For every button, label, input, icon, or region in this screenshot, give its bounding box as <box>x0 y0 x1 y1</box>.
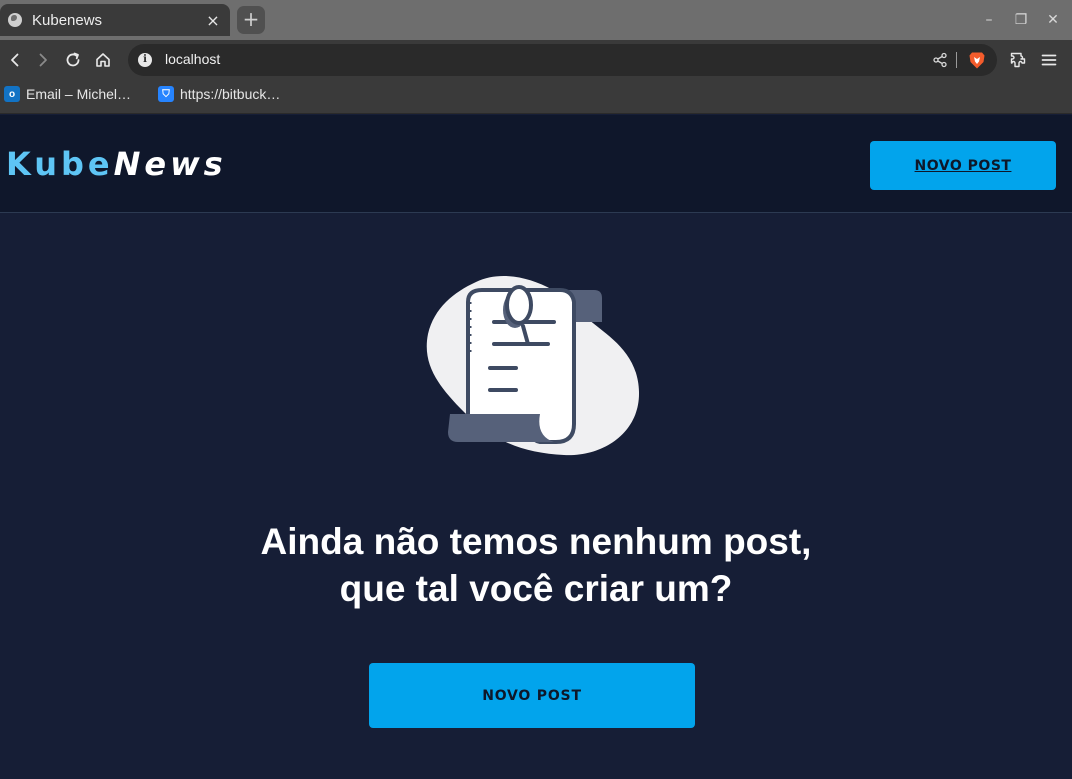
bookmark-email[interactable]: o Email – Michel… <box>4 86 131 102</box>
magnifier-lens <box>505 285 533 325</box>
address-bar[interactable]: i localhost <box>128 44 997 76</box>
minimize-icon[interactable]: – <box>978 10 1000 30</box>
site-logo[interactable]: KubeNews <box>6 145 227 183</box>
tab-title: Kubenews <box>32 11 103 29</box>
menu-icon[interactable] <box>1037 48 1061 72</box>
bookmark-label: https://bitbuck… <box>180 86 281 102</box>
bookmark-label: Email – Michel… <box>26 86 132 102</box>
bitbucket-icon: ⛉ <box>158 86 174 102</box>
logo-news: News <box>113 145 227 183</box>
browser-tab-strip: Kubenews × + – ❐ ✕ <box>0 0 1072 40</box>
empty-posts-illustration <box>424 272 644 466</box>
header-new-post-button[interactable]: NOVO POST <box>870 141 1056 190</box>
site-info-icon[interactable]: i <box>138 53 152 67</box>
address-url[interactable]: localhost <box>165 51 220 67</box>
bookmarks-bar: o Email – Michel… ⛉ https://bitbuck… <box>0 80 1072 114</box>
window-close-icon[interactable]: ✕ <box>1042 10 1064 30</box>
browser-tab[interactable]: Kubenews × <box>0 4 230 36</box>
globe-icon <box>8 13 22 27</box>
outlook-icon: o <box>4 86 20 102</box>
brave-shield-icon[interactable] <box>968 51 986 74</box>
tab-close-icon[interactable]: × <box>204 11 222 30</box>
new-tab-button[interactable]: + <box>237 6 265 34</box>
empty-posts-message: Ainda não temos nenhum post, que tal voc… <box>260 521 812 609</box>
back-arrow-icon[interactable] <box>3 48 27 72</box>
scroll-bottom-curl <box>448 414 554 442</box>
forward-arrow-icon[interactable] <box>31 48 55 72</box>
bookmark-bitbucket[interactable]: ⛉ https://bitbuck… <box>158 86 280 102</box>
logo-kube: Kube <box>6 145 114 183</box>
address-separator <box>956 52 957 68</box>
home-icon[interactable] <box>91 48 115 72</box>
share-icon[interactable] <box>932 52 948 72</box>
extensions-icon[interactable] <box>1007 48 1031 72</box>
restore-icon[interactable]: ❐ <box>1010 10 1032 30</box>
main-new-post-button[interactable]: NOVO POST <box>369 663 695 728</box>
reload-icon[interactable] <box>61 48 85 72</box>
